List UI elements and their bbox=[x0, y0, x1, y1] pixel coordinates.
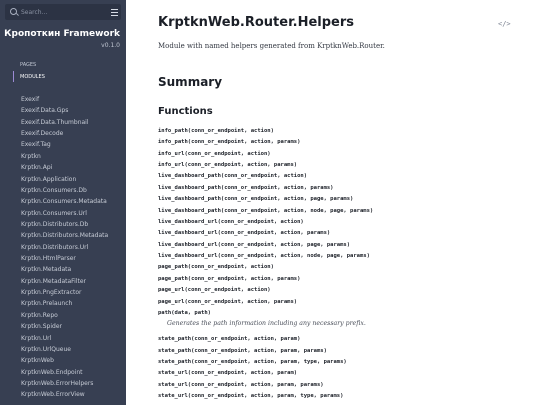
summary-heading: Summary bbox=[158, 75, 223, 89]
module-list: Exexif Exexif.Data.Gps Exexif.Data.Thumbna… bbox=[21, 94, 121, 401]
function-link[interactable]: page_url(conn_or_endpoint, action, param… bbox=[158, 299, 297, 305]
active-tab-indicator bbox=[13, 71, 14, 82]
sidebar-module-link[interactable]: Krptkn.PngExtractor bbox=[21, 287, 121, 298]
sidebar-module-link[interactable]: Krptkn.Consumers.Db bbox=[21, 185, 121, 196]
page-title: KrptknWeb.Router.Helpers bbox=[158, 15, 354, 30]
function-link[interactable]: live_dashboard_path(conn_or_endpoint, ac… bbox=[158, 208, 373, 214]
sidebar-module-link[interactable]: Krptkn.HtmlParser bbox=[21, 253, 121, 264]
sidebar-module-link[interactable]: Krptkn.Metadata bbox=[21, 264, 121, 275]
sidebar-module-link[interactable]: Exexif bbox=[21, 94, 121, 105]
sidebar-module-link[interactable]: Krptkn.Repo bbox=[21, 310, 121, 321]
function-link[interactable]: live_dashboard_path(conn_or_endpoint, ac… bbox=[158, 196, 353, 202]
function-link[interactable]: live_dashboard_url(conn_or_endpoint, act… bbox=[158, 230, 330, 236]
sidebar-module-link[interactable]: Krptkn.UrlQueue bbox=[21, 344, 121, 355]
function-link[interactable]: state_path(conn_or_endpoint, action, par… bbox=[158, 348, 327, 354]
module-description: Module with named helpers generated from… bbox=[158, 42, 385, 50]
function-link[interactable]: state_url(conn_or_endpoint, action, para… bbox=[158, 393, 343, 399]
sidebar-module-link[interactable]: Krptkn bbox=[21, 151, 121, 162]
menu-icon[interactable] bbox=[111, 9, 118, 16]
sidebar-module-link[interactable]: Krptkn.Spider bbox=[21, 321, 121, 332]
sidebar-module-link[interactable]: Exexif.Tag bbox=[21, 139, 121, 150]
sidebar-module-link[interactable]: Krptkn.Distributors.Db bbox=[21, 219, 121, 230]
function-link[interactable]: page_url(conn_or_endpoint, action) bbox=[158, 287, 271, 293]
sidebar-module-link[interactable]: Krptkn.Url bbox=[21, 333, 121, 344]
sidebar-module-link[interactable]: Krptkn.Distributors.Metadata bbox=[21, 230, 121, 241]
sidebar-module-link[interactable]: KrptknWeb.Endpoint bbox=[21, 367, 121, 378]
sidebar-module-link[interactable]: Krptkn.Consumers.Metadata bbox=[21, 196, 121, 207]
sidebar-module-link[interactable]: Krptkn.Consumers.Url bbox=[21, 208, 121, 219]
function-link[interactable]: page_path(conn_or_endpoint, action) bbox=[158, 264, 274, 270]
function-link[interactable]: state_path(conn_or_endpoint, action, par… bbox=[158, 359, 347, 365]
sidebar-module-link[interactable]: Krptkn.Api bbox=[21, 162, 121, 173]
function-link[interactable]: live_dashboard_path(conn_or_endpoint, ac… bbox=[158, 185, 334, 191]
function-link[interactable]: state_url(conn_or_endpoint, action, para… bbox=[158, 382, 324, 388]
sidebar-module-link[interactable]: Exexif.Data.Thumbnail bbox=[21, 117, 121, 128]
sidebar-module-link[interactable]: Krptkn.MetadataFilter bbox=[21, 276, 121, 287]
function-link[interactable]: live_dashboard_path(conn_or_endpoint, ac… bbox=[158, 173, 307, 179]
search-box[interactable] bbox=[5, 4, 121, 20]
tab-modules[interactable]: MODULES bbox=[20, 74, 45, 80]
sidebar-module-link[interactable]: Exexif.Data.Gps bbox=[21, 105, 121, 116]
sidebar-module-link[interactable]: KrptknWeb.ErrorView bbox=[21, 389, 121, 400]
sidebar-module-link[interactable]: KrptknWeb bbox=[21, 355, 121, 366]
function-link[interactable]: info_url(conn_or_endpoint, action, param… bbox=[158, 162, 297, 168]
function-description: Generates the path information including… bbox=[167, 320, 366, 328]
function-link[interactable]: live_dashboard_url(conn_or_endpoint, act… bbox=[158, 219, 304, 225]
sidebar-module-link[interactable]: Krptkn.Distributors.Url bbox=[21, 242, 121, 253]
view-source-icon[interactable]: </> bbox=[498, 20, 511, 28]
function-link[interactable]: state_url(conn_or_endpoint, action, para… bbox=[158, 370, 297, 376]
main-content: KrptknWeb.Router.Helpers </> Module with… bbox=[126, 0, 540, 405]
function-link[interactable]: live_dashboard_url(conn_or_endpoint, act… bbox=[158, 242, 350, 248]
function-link[interactable]: info_path(conn_or_endpoint, action, para… bbox=[158, 139, 300, 145]
search-input[interactable] bbox=[21, 5, 105, 19]
tab-pages[interactable]: PAGES bbox=[20, 62, 36, 68]
sidebar-module-link[interactable]: Krptkn.Prelaunch bbox=[21, 298, 121, 309]
search-icon bbox=[10, 8, 17, 15]
function-link[interactable]: info_url(conn_or_endpoint, action) bbox=[158, 151, 271, 157]
function-link[interactable]: page_path(conn_or_endpoint, action, para… bbox=[158, 276, 300, 282]
project-version: v0.1.0 bbox=[101, 42, 120, 49]
functions-heading: Functions bbox=[158, 106, 213, 117]
function-link[interactable]: live_dashboard_url(conn_or_endpoint, act… bbox=[158, 253, 370, 259]
project-title[interactable]: Кропоткин Framework bbox=[4, 29, 120, 39]
function-link[interactable]: path(data, path) bbox=[158, 310, 211, 316]
sidebar-module-link[interactable]: Krptkn.Application bbox=[21, 174, 121, 185]
sidebar-module-link[interactable]: Exexif.Decode bbox=[21, 128, 121, 139]
function-link[interactable]: state_path(conn_or_endpoint, action, par… bbox=[158, 336, 300, 342]
sidebar: Кропоткин Framework v0.1.0 PAGES MODULES… bbox=[0, 0, 126, 405]
function-link[interactable]: info_path(conn_or_endpoint, action) bbox=[158, 128, 274, 134]
sidebar-module-link[interactable]: KrptknWeb.ErrorHelpers bbox=[21, 378, 121, 389]
